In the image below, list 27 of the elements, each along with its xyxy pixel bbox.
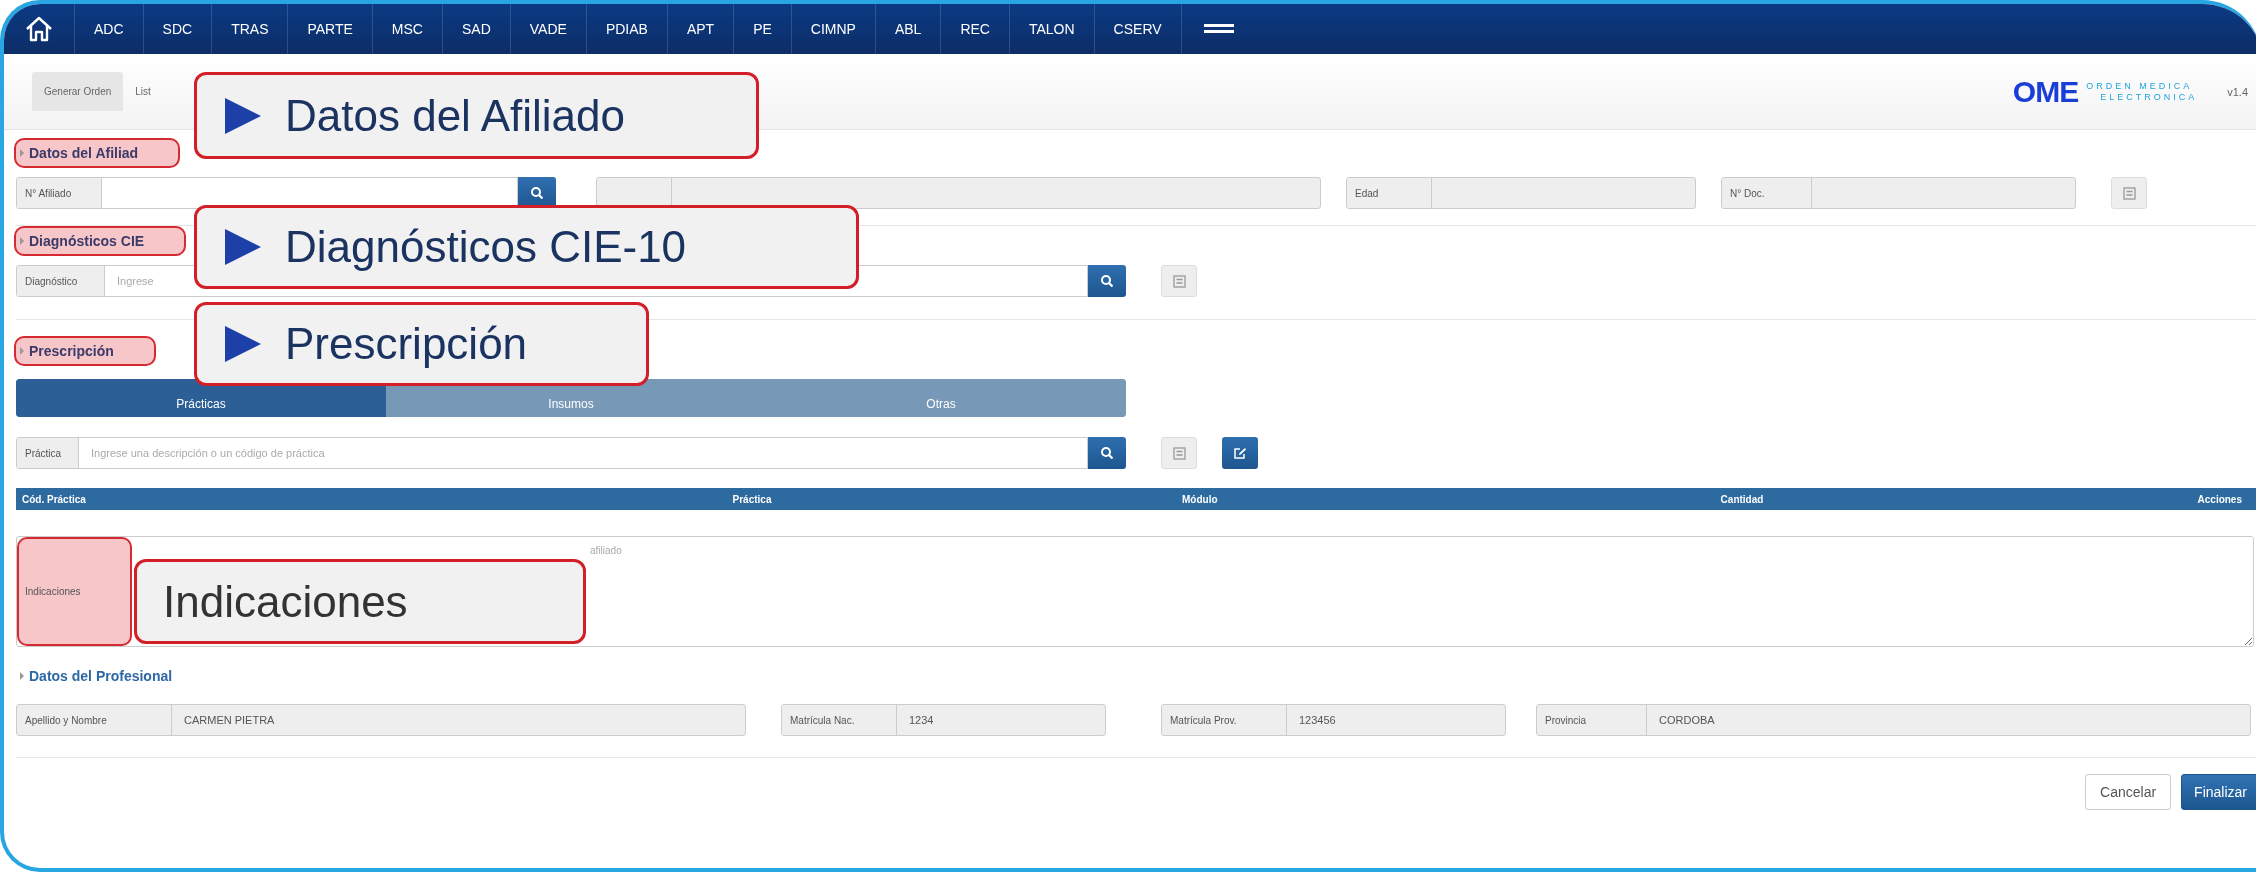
logo-text: ORDEN MEDICA (2086, 80, 2194, 92)
column-header: Práctica (731, 493, 773, 505)
column-header: Cantidad (1719, 493, 1765, 505)
version-label: v1.4 (2227, 85, 2248, 98)
field-label: Apellido y Nombre (17, 705, 172, 735)
callout-text: Datos del Afiliado (285, 90, 625, 141)
logo-mark: OME (2012, 74, 2079, 109)
callout-text: Indicaciones (163, 576, 408, 627)
field-label: Indicaciones (17, 537, 132, 646)
field-label: Matrícula Prov. (1162, 705, 1287, 735)
field-label: Edad (1347, 178, 1432, 208)
section-title: Datos del Profesional (16, 661, 177, 691)
callout-text: Diagnósticos CIE-10 (285, 222, 687, 272)
section-title: Datos del Afiliad (14, 138, 181, 168)
field-label: Diagnóstico (17, 266, 105, 296)
column-header: Acciones (2196, 493, 2242, 505)
section-title: Diagnósticos CIE (14, 226, 187, 256)
column-header: Módulo (1182, 493, 1219, 505)
callout-text: Prescripción (285, 319, 528, 369)
field-label: Matrícula Nac. (782, 705, 897, 735)
field-label: Provincia (1537, 705, 1647, 735)
field-label: Práctica (17, 438, 79, 468)
field-label: N° Afiliado (17, 178, 102, 208)
column-header: Cód. Práctica (22, 493, 87, 505)
field-label: N° Doc. (1722, 178, 1812, 208)
section-title: Prescripción (14, 336, 156, 366)
logo-text: ELECTRONICA (2099, 91, 2198, 103)
